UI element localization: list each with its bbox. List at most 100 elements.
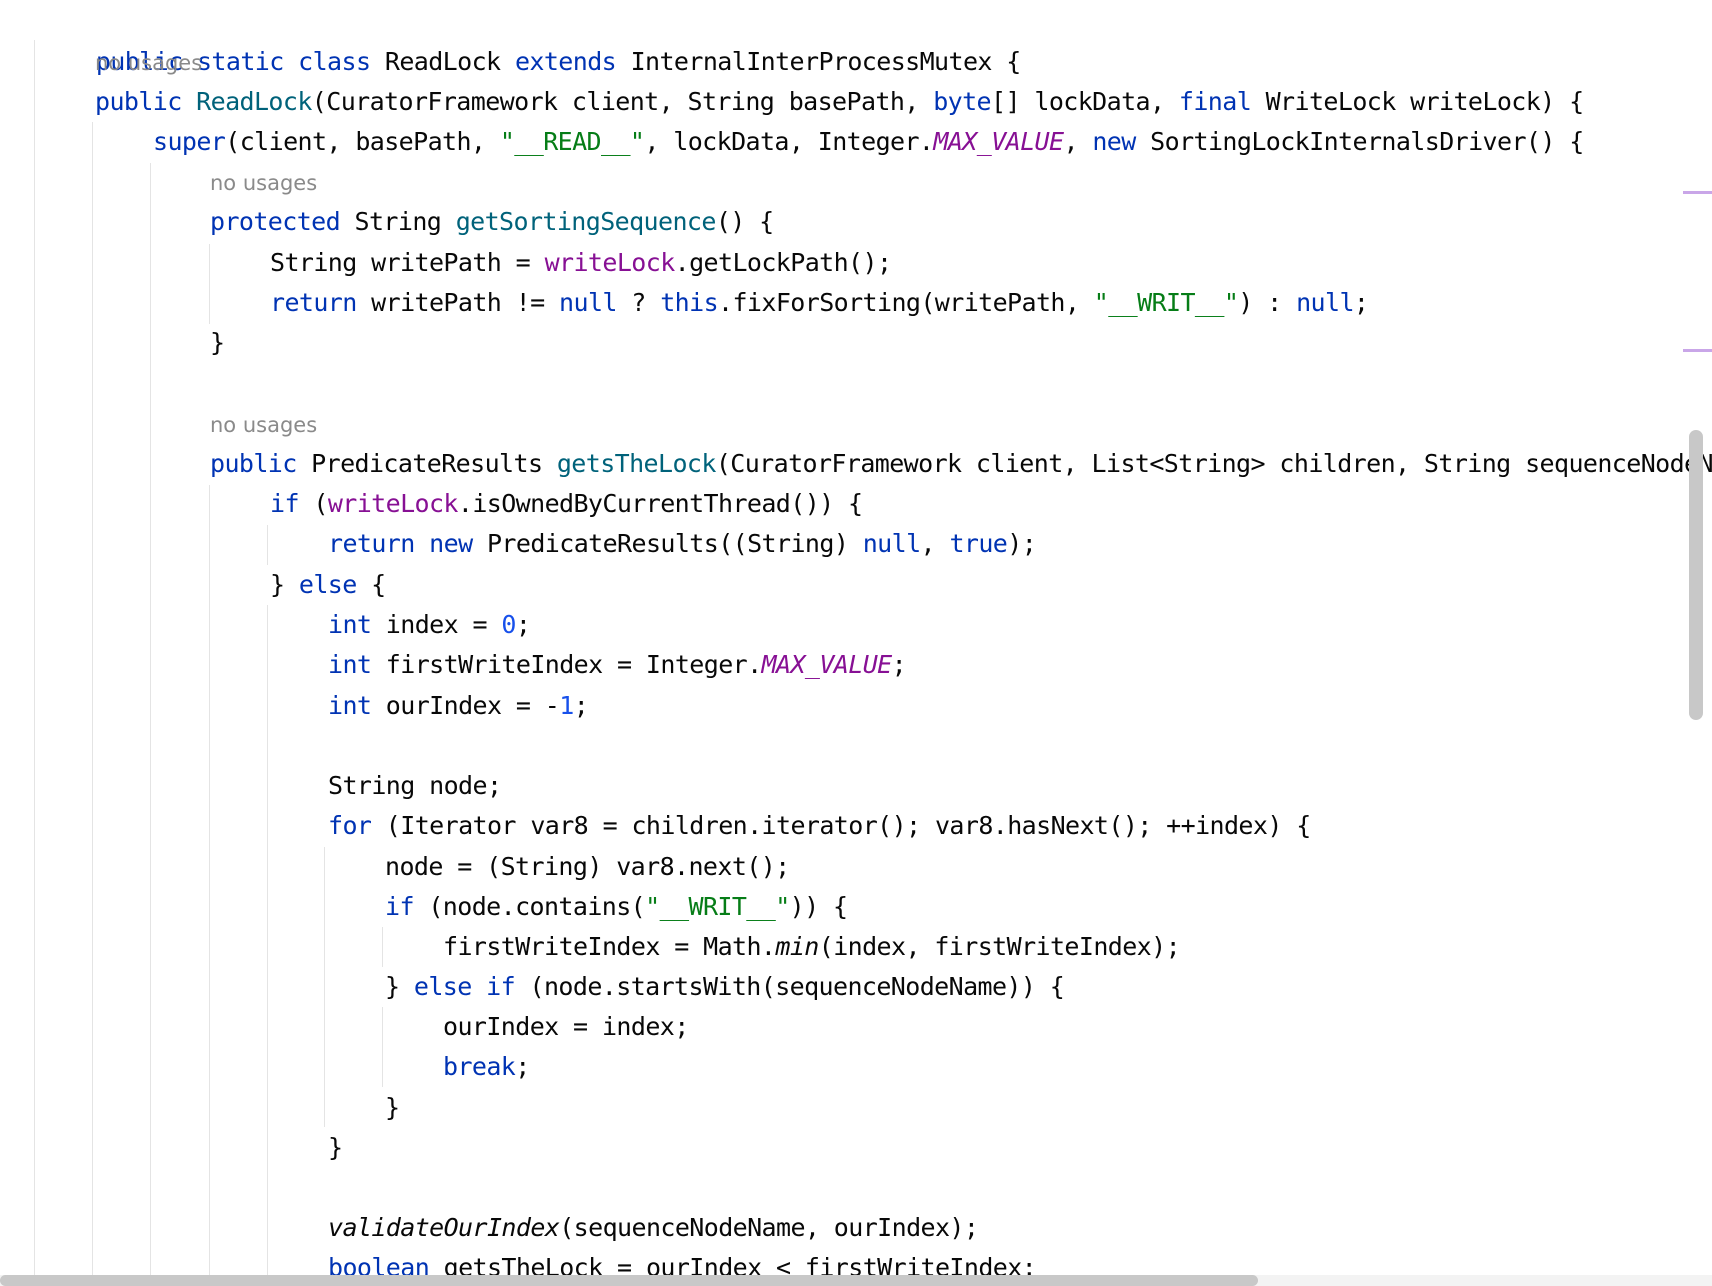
code-line[interactable]: int firstWriteIndex = Integer.MAX_VALUE; [0,645,907,685]
code-text: } [328,1133,343,1162]
code-text: } [385,972,414,1001]
usages-hint[interactable]: no usages [95,48,202,78]
horizontal-scrollbar[interactable] [0,1275,1258,1286]
code-line[interactable]: firstWriteIndex = Math.min(index, firstW… [0,927,1181,967]
keyword: return [328,529,415,558]
code-text: WriteLock writeLock) { [1251,87,1585,116]
code-text: .isOwnedByCurrentThread()) { [457,489,863,518]
code-line[interactable]: if (node.contains("__WRIT__")) { [0,887,848,927]
keyword: super [153,127,226,156]
keyword: else [413,972,472,1001]
code-text: (node.startsWith(sequenceNodeName)) { [515,972,1065,1001]
keyword: for [328,811,372,840]
keyword: return [270,288,357,317]
code-line[interactable]: protected String getSortingSequence() { [0,202,774,242]
code-line[interactable]: String node; [0,766,502,806]
code-text: (CuratorFramework client, List<String> c… [715,449,1712,478]
usages-hint[interactable]: no usages [210,410,317,440]
code-line[interactable]: } [0,1088,400,1128]
code-line[interactable]: for (Iterator var8 = children.iterator()… [0,806,1311,846]
keyword: public [95,87,182,116]
code-text: ); [1007,529,1037,558]
change-marker[interactable] [1683,349,1712,352]
code-line[interactable]: int index = 0; [0,605,531,645]
code-line[interactable]: super(client, basePath, "__READ__", lock… [0,122,1584,162]
code-text: , lockData, Integer. [644,127,934,156]
code-text: String writePath = [270,248,545,277]
code-line[interactable]: } else { [0,565,386,605]
string-literal: "__WRIT__" [1093,288,1239,317]
code-text: (CuratorFramework client, String basePat… [311,87,934,116]
code-line[interactable]: if (writeLock.isOwnedByCurrentThread()) … [0,484,863,524]
keyword: true [949,529,1008,558]
code-text: InternalInterProcessMutex { [630,47,1022,76]
static-field: MAX_VALUE [761,650,893,679]
method-name: getsTheLock [556,449,717,478]
code-text: String node; [328,771,502,800]
code-line[interactable]: } [0,1128,343,1168]
code-text: ourIndex = index; [443,1012,689,1041]
static-method: validateOurIndex [328,1213,560,1242]
code-text: ourIndex = - [371,691,560,720]
code-line[interactable]: node = (String) var8.next(); [0,847,790,887]
code-text: ) : [1238,288,1297,317]
code-editor[interactable]: public static class ReadLock extends Int… [0,0,1712,1286]
keyword: byte [933,87,992,116]
keyword: class [298,47,371,76]
code-line[interactable]: public PredicateResults getsTheLock(Cura… [0,444,1712,484]
keyword: this [660,288,719,317]
method-name: getSortingSequence [455,207,717,236]
code-text: ; [573,691,589,720]
keyword: null [862,529,921,558]
code-line[interactable]: return writePath != null ? this.fixForSo… [0,283,1369,323]
code-text: )) { [789,892,848,921]
keyword: if [385,892,415,921]
change-marker[interactable] [1683,191,1712,194]
code-text: [] lockData, [991,87,1179,116]
field-reference: writeLock [544,248,676,277]
static-method: min [775,932,819,961]
code-text: ; [891,650,907,679]
code-text: (client, basePath, [225,127,500,156]
code-text: { [356,570,386,599]
vertical-scrollbar[interactable] [1689,430,1703,720]
keyword: protected [210,207,341,236]
code-line[interactable]: public ReadLock(CuratorFramework client,… [0,82,1584,122]
code-text: (index, firstWriteIndex); [818,932,1181,961]
code-text: } [210,328,225,357]
code-text: ; [515,610,531,639]
keyword: if [486,972,516,1001]
code-line[interactable]: } [0,323,225,363]
string-literal: "__WRIT__" [645,892,790,921]
code-text: index = [371,610,502,639]
code-text: , [1063,127,1093,156]
code-line[interactable]: break; [0,1047,530,1087]
keyword: null [1296,288,1354,317]
code-text: firstWriteIndex = Integer. [371,650,762,679]
code-line[interactable]: public static class ReadLock extends Int… [0,2,1022,76]
code-text: (sequenceNodeName, ourIndex); [559,1213,979,1242]
code-line[interactable]: return new PredicateResults((String) nul… [0,524,1037,564]
code-text: ( [298,489,328,518]
code-text: .fixForSorting(writePath, [718,288,1094,317]
class-name: ReadLock [384,47,501,76]
code-line[interactable]: int ourIndex = -1; [0,686,589,726]
code-text: () { [715,207,774,236]
code-line[interactable]: String writePath = writeLock.getLockPath… [0,243,892,283]
keyword: int [328,691,372,720]
code-text: writePath != [356,288,560,317]
code-line[interactable]: validateOurIndex(sequenceNodeName, ourIn… [0,1208,979,1248]
code-line[interactable]: ourIndex = index; [0,1007,689,1047]
keyword: if [270,489,300,518]
code-line[interactable]: } else if (node.startsWith(sequenceNodeN… [0,967,1065,1007]
usages-hint[interactable]: no usages [210,168,317,198]
code-text: PredicateResults((String) [472,529,863,558]
keyword: new [1092,127,1136,156]
keyword: static [196,47,284,76]
keyword: new [429,529,473,558]
code-text: } [270,570,299,599]
method-name: ReadLock [196,87,312,116]
code-text: node = (String) var8.next(); [385,852,790,881]
